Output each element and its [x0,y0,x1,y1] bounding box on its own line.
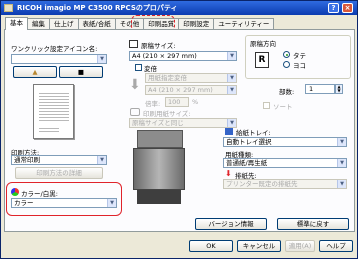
landscape-radio[interactable] [283,61,290,68]
scale-arrow-icon: ⬇ [129,77,141,93]
add-one-click-button[interactable]: ▲ [13,66,57,78]
window-title: RICOH imagio MP C3500 RPCSのプロパティ [17,4,178,12]
printer-body [133,148,185,190]
scale-checkbox[interactable] [135,64,142,71]
one-click-label: ワンクリック設定アイコン名: [11,45,98,53]
page-preview [33,84,74,139]
landscape-label: ヨコ [293,62,306,70]
color-mode-select[interactable]: カラー ▼ [11,198,117,208]
printer-image [137,130,183,148]
orientation-label: 原稿方向 [250,40,276,48]
output-tray-icon: ⬇ [225,169,232,178]
one-click-select[interactable]: ▼ [11,54,107,64]
copies-input[interactable]: 1 [305,84,335,94]
tab-panel: ワンクリック設定アイコン名: ▼ ▲ ■ 印刷方法: 通常印刷 ▼ 印刷方法の詳細… [4,29,355,232]
ok-button[interactable]: OK [189,240,233,252]
properties-window: RICOH imagio MP C3500 RPCSのプロパティ ? × 基本 … [0,0,358,259]
scale-percent-label: 倍率: [145,100,161,108]
sort-label: ソート [273,103,293,111]
add-icon: ▲ [32,68,38,76]
scale-paper-select[interactable]: A4 (210 × 297 mm) ▼ [145,85,237,95]
printer-icon [4,4,13,12]
close-title-button[interactable]: × [342,3,353,13]
portrait-icon: R [255,52,269,68]
save-icon: ■ [77,68,85,76]
color-mode-label: カラー/白黒: [21,190,58,198]
paper-tray-select[interactable]: 自動トレイ選択 ▼ [223,137,347,147]
cancel-button[interactable]: キャンセル [237,240,281,252]
scale-label: 変倍 [144,65,157,73]
print-paper-size-select[interactable]: 原稿サイズと同じ ▼ [129,118,237,128]
paper-size-label: 原稿サイズ: [141,42,176,50]
help-title-button[interactable]: ? [328,3,339,13]
print-paper-icon [130,108,140,116]
print-method-details-button[interactable]: 印刷方法の詳細 [15,167,103,179]
scale-percent-unit: % [192,98,199,106]
version-info-button[interactable]: バージョン情報 [195,218,267,230]
print-method-select[interactable]: 通常印刷 ▼ [11,155,107,165]
copies-label: 部数: [279,88,295,96]
scale-percent-input[interactable]: 100 [165,97,189,107]
paper-size-select[interactable]: A4 (210 × 297 mm) ▼ [129,51,237,61]
paper-size-icon [129,40,138,48]
paper-tray-label: 給紙トレイ: [236,129,271,137]
output-tray-select[interactable]: プリンター既定の排紙先 ▼ [223,179,347,189]
copies-spinner[interactable]: ▲ ▼ [335,84,343,94]
save-one-click-button[interactable]: ■ [59,66,103,78]
title-bar: RICOH imagio MP C3500 RPCSのプロパティ ? × [1,1,357,15]
portrait-label: タテ [293,52,306,60]
help-button[interactable]: ヘルプ [319,240,353,252]
scale-mode-select[interactable]: 用紙指定変倍 ▼ [145,73,237,83]
restore-defaults-button[interactable]: 標準に戻す [277,218,349,230]
tab-basic[interactable]: 基本 [5,17,28,30]
sort-checkbox[interactable] [263,102,270,109]
color-mode-icon [11,188,19,196]
paper-type-select[interactable]: 普通紙/再生紙 ▼ [223,158,347,168]
paper-tray-icon [225,128,233,135]
portrait-radio[interactable] [283,51,290,58]
apply-button[interactable]: 適用(A) [285,240,315,252]
print-paper-size-label: 印刷用紙サイズ: [143,110,191,118]
printer-base [137,190,181,204]
